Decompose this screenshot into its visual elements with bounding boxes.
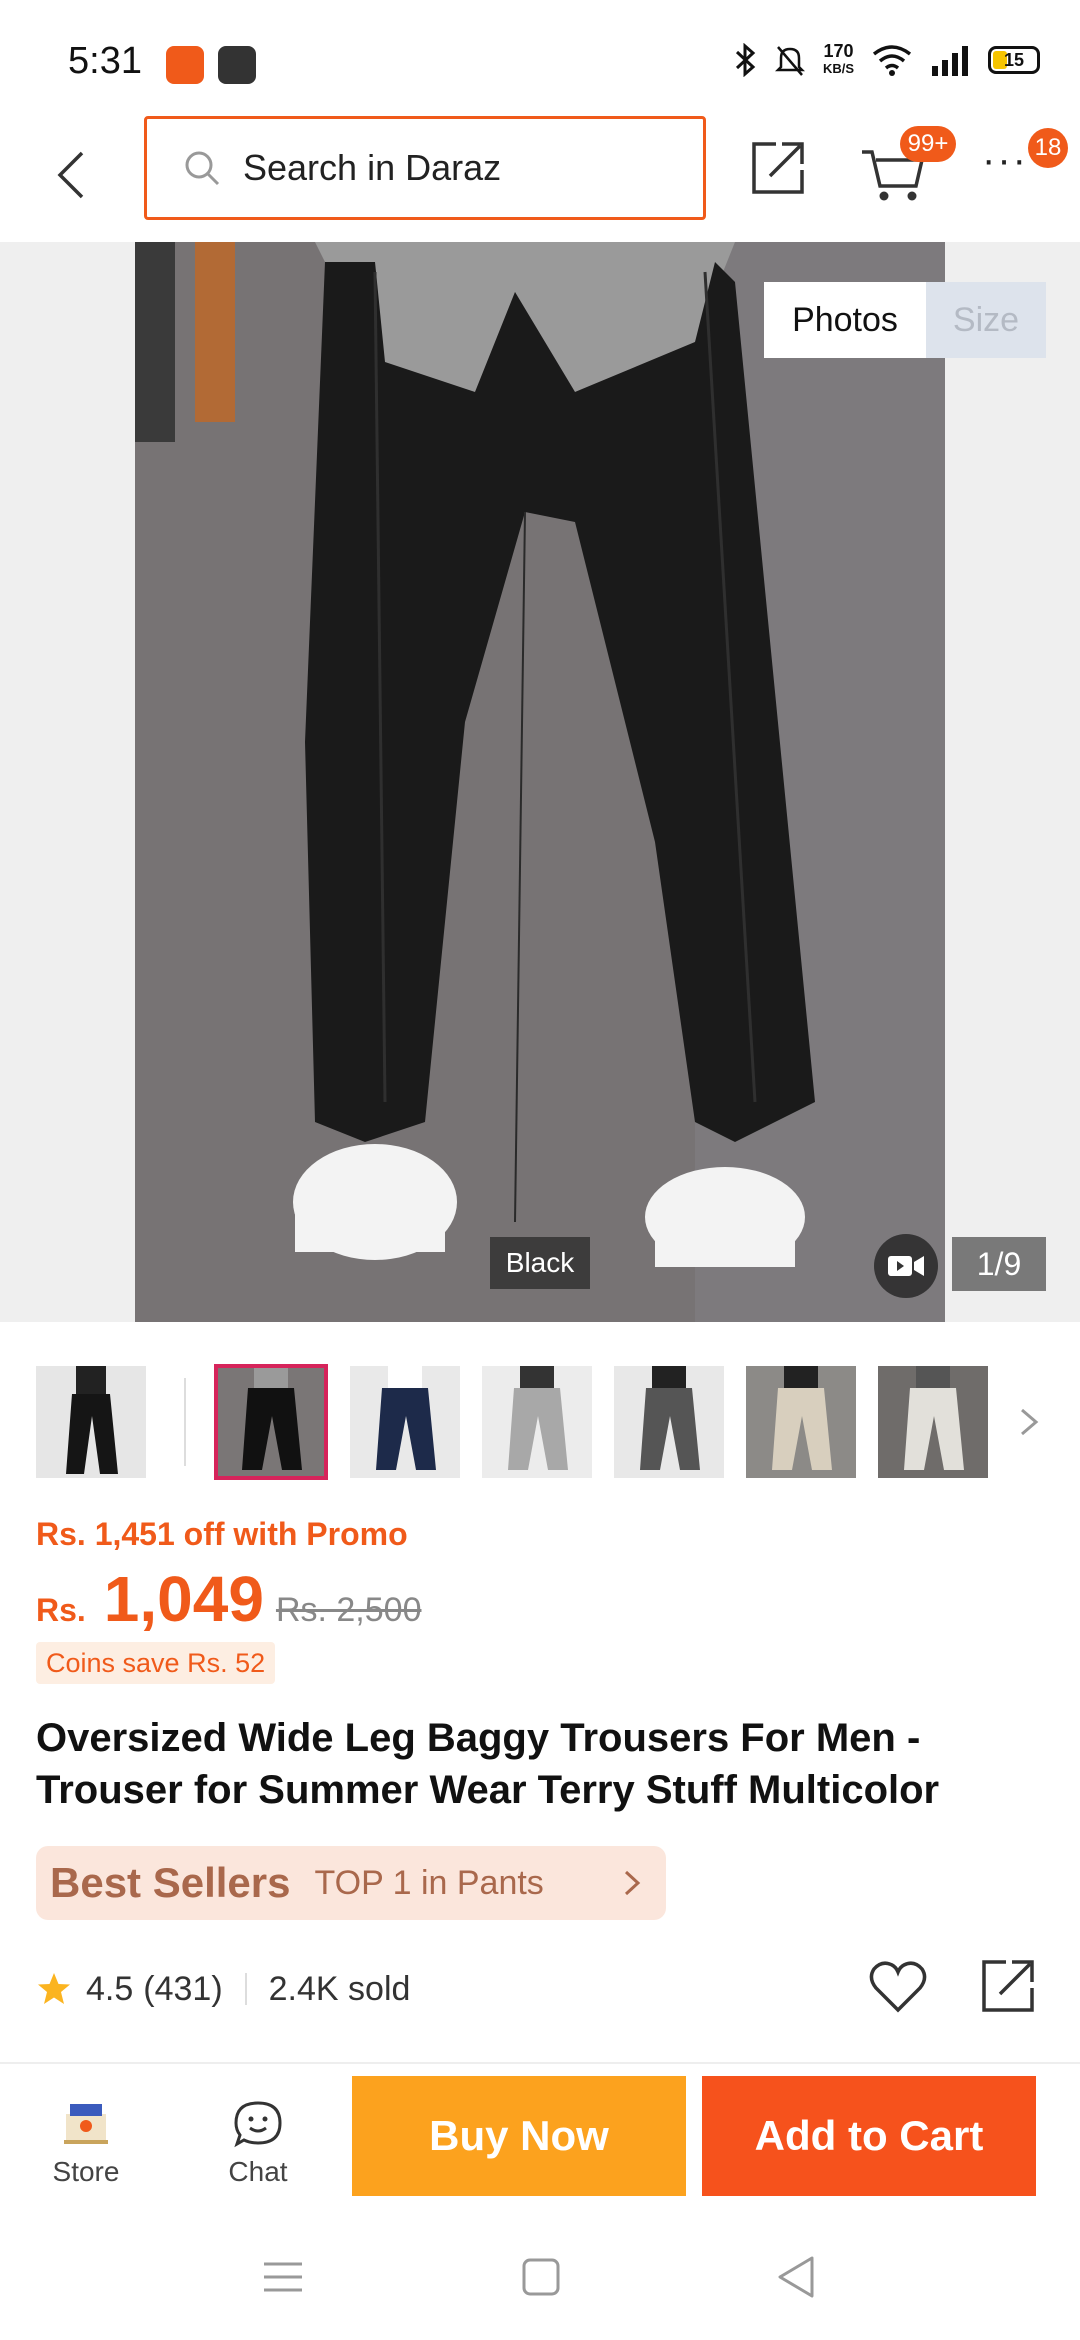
image-page-counter: 1/9: [952, 1237, 1046, 1291]
divider: [244, 1973, 247, 2005]
battery-indicator: 15: [988, 46, 1040, 74]
best-sellers-rank: TOP 1 in Pants: [314, 1863, 544, 1902]
search-input[interactable]: Search in Daraz: [144, 116, 706, 220]
thumbnail-item[interactable]: [878, 1366, 988, 1478]
rating-row[interactable]: 4.5 (431) 2.4K sold: [36, 1964, 410, 2014]
price-currency: Rs.: [36, 1592, 86, 1628]
review-count: (431): [143, 1969, 223, 2008]
thumbnail-item[interactable]: [746, 1366, 856, 1478]
signal-icon: [932, 46, 968, 76]
product-main-image[interactable]: [135, 242, 945, 1322]
chat-label: Chat: [228, 2156, 288, 2187]
best-sellers-label: Best Sellers: [50, 1859, 291, 1906]
video-play-button[interactable]: [874, 1234, 938, 1298]
variant-color-label: Black: [490, 1237, 590, 1289]
rating-value: 4.5: [86, 1969, 134, 2008]
messages-count-badge: 18: [1028, 128, 1068, 168]
status-bar: 5:31 170 KB/S 15: [0, 0, 1080, 110]
price-value: 1,049: [103, 1563, 264, 1635]
coins-badge: Coins save Rs. 52: [36, 1642, 276, 1684]
product-title: Oversized Wide Leg Baggy Trousers For Me…: [36, 1716, 940, 1812]
home-icon[interactable]: [516, 2252, 566, 2302]
chat-button[interactable]: Chat: [200, 2100, 316, 2200]
heart-icon[interactable]: [868, 1958, 928, 2014]
star-icon: [38, 1973, 70, 2004]
promo-text: Rs. 1,451 off with Promo: [36, 1516, 408, 1552]
app-folder-icon: [218, 46, 256, 84]
system-navigation-bar: [0, 2212, 1080, 2340]
cart-count-badge: 99+: [900, 126, 956, 162]
more-options-icon[interactable]: ···: [982, 140, 1032, 190]
product-gallery[interactable]: Photos Size Black 1/9: [0, 242, 1080, 1322]
sold-count: 2.4K sold: [268, 1969, 411, 2008]
share-icon[interactable]: [748, 138, 808, 198]
wifi-icon: [872, 45, 912, 76]
network-speed: 170 KB/S: [822, 41, 854, 76]
bluetooth-icon: [735, 43, 756, 77]
add-to-cart-button[interactable]: Add to Cart: [702, 2076, 1036, 2196]
thumbnail-item[interactable]: [614, 1366, 724, 1478]
share-icon[interactable]: [978, 1956, 1038, 2016]
store-label: Store: [52, 2156, 120, 2187]
store-icon: [64, 2104, 108, 2144]
app-notification-icon: [166, 46, 204, 84]
top-header: Search in Daraz 99+ ··· 18: [0, 110, 1080, 242]
store-button[interactable]: Store: [28, 2100, 144, 2200]
search-placeholder: Search in Daraz: [243, 147, 502, 188]
recent-apps-icon[interactable]: [258, 2252, 308, 2302]
back-nav-icon[interactable]: [772, 2252, 822, 2302]
tab-size[interactable]: Size: [926, 282, 1046, 358]
thumbnail-divider: [184, 1378, 186, 1466]
chat-icon: [234, 2101, 282, 2148]
tab-photos[interactable]: Photos: [764, 282, 926, 358]
original-price: Rs. 2,500: [275, 1591, 422, 1629]
video-camera-icon: [888, 1256, 924, 1276]
gallery-tabs: Photos Size: [764, 282, 1046, 358]
thumbnail-item-selected[interactable]: [214, 1364, 328, 1480]
buy-now-button[interactable]: Buy Now: [352, 2076, 686, 2196]
chevron-right-icon[interactable]: [1010, 1402, 1046, 1442]
status-time: 5:31: [68, 40, 142, 82]
search-icon: [185, 151, 220, 186]
status-indicators: 170 KB/S 15: [733, 40, 1040, 80]
mute-bell-icon: [774, 46, 805, 76]
best-sellers-banner[interactable]: Best Sellers TOP 1 in Pants: [36, 1846, 666, 1920]
thumbnail-item[interactable]: [36, 1366, 146, 1478]
bottom-action-bar: Store Chat Buy Now Add to Cart: [0, 2062, 1080, 2212]
thumbnail-strip: [0, 1364, 1080, 1480]
chevron-right-icon: [624, 1870, 641, 1896]
thumbnail-item[interactable]: [350, 1366, 460, 1478]
chevron-left-icon: [57, 151, 84, 199]
price-row: Rs. 1,049 Rs. 2,500: [36, 1562, 421, 1636]
back-button[interactable]: [46, 140, 96, 210]
product-photo-illustration: [135, 242, 945, 1322]
thumbnail-item[interactable]: [482, 1366, 592, 1478]
